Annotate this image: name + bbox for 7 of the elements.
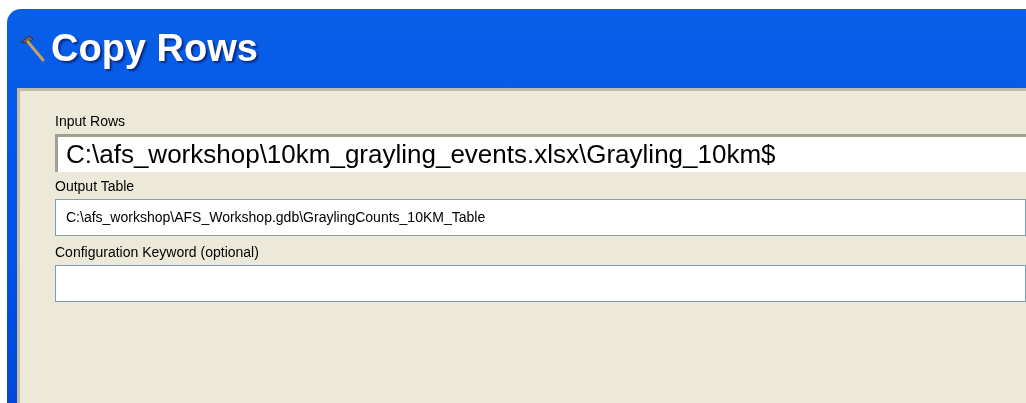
field-label: Output Table bbox=[55, 177, 136, 196]
input-field[interactable] bbox=[55, 265, 1026, 302]
input-field[interactable]: C:\afs_workshop\AFS_Workshop.gdb\GraylingCounts_10KM_Table bbox=[55, 199, 1026, 236]
field-label: Configuration Keyword (optional) bbox=[55, 243, 260, 262]
input-field[interactable]: C:\afs_workshop\10km_grayling_events.xlsx\Grayling_10km$ bbox=[55, 134, 1026, 172]
window-title: Copy Rows bbox=[51, 26, 258, 71]
field-label: Input Rows bbox=[55, 112, 127, 131]
